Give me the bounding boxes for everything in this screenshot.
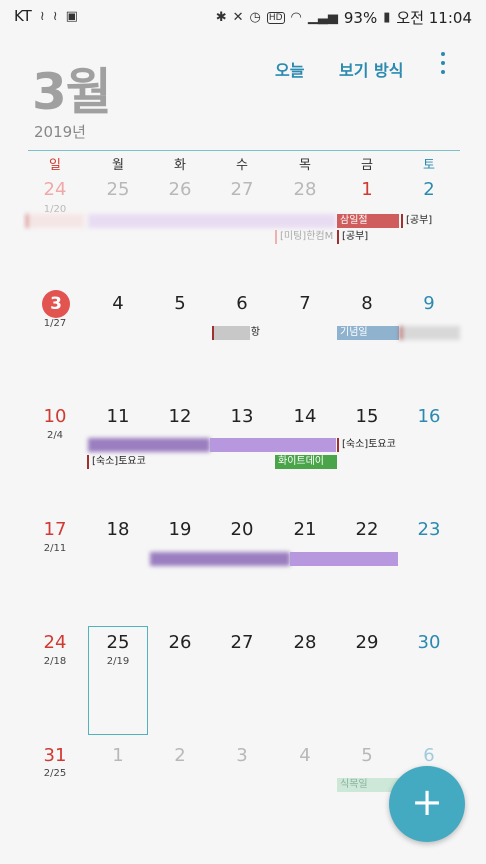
event-bar[interactable] — [150, 552, 290, 566]
event-bar[interactable] — [210, 438, 336, 452]
battery-percent: 93% — [343, 8, 378, 27]
day-cell[interactable]: 4 — [274, 745, 336, 766]
day-cell[interactable]: 28 — [274, 179, 336, 200]
day-cell[interactable]: 5 — [336, 745, 398, 766]
status-bar: KT ≀ ≀ ▣ ✱ ✕ ◷ HD ◠ ▁▃▅ 93% ▮ 오전 11:04 — [0, 0, 486, 32]
day-cell[interactable]: 9 — [398, 293, 460, 314]
year-label: 2019년 — [34, 123, 86, 141]
day-cell[interactable]: 11 — [87, 406, 149, 427]
mute-icon: ✕ — [232, 10, 244, 25]
weekday-sun: 일 — [49, 158, 61, 173]
month-title: 3월 — [32, 63, 112, 121]
day-cell[interactable]: 22 — [336, 519, 398, 540]
lunar-date: 2/4 — [46, 430, 64, 441]
day-cell[interactable]: 26 — [149, 632, 211, 653]
day-cell[interactable]: 1 — [336, 179, 398, 200]
day-cell[interactable]: 10 — [24, 406, 86, 427]
day-cell[interactable]: 4 — [87, 293, 149, 314]
day-cell[interactable]: 8 — [336, 293, 398, 314]
today-button[interactable]: 오늘 — [275, 57, 304, 81]
day-cell[interactable]: 27 — [211, 179, 273, 200]
lunar-date: 2/11 — [43, 543, 67, 554]
day-cell[interactable]: 15 — [336, 406, 398, 427]
day-cell[interactable]: 5 — [149, 293, 211, 314]
add-event-button[interactable]: + — [389, 766, 465, 842]
day-cell[interactable]: 30 — [398, 632, 460, 653]
day-cell[interactable]: 26 — [149, 179, 211, 200]
wifi-icon: ◠ — [290, 10, 302, 25]
event-chip[interactable]: [숙소]토요코 — [87, 455, 149, 469]
more-options-icon[interactable] — [437, 52, 449, 78]
weekday-wed: 수 — [236, 158, 248, 173]
event-bar[interactable] — [290, 552, 398, 566]
weekday-fri: 금 — [361, 158, 373, 173]
battery-icon: ▮ — [383, 10, 391, 25]
day-cell[interactable]: 20 — [211, 519, 273, 540]
event-bar[interactable] — [400, 326, 460, 340]
view-mode-button[interactable]: 보기 방식 — [339, 57, 403, 81]
day-cell[interactable]: 17 — [24, 519, 86, 540]
weekday-mon: 월 — [112, 158, 124, 173]
day-cell[interactable]: 29 — [336, 632, 398, 653]
event-chip[interactable]: 항 — [212, 326, 264, 340]
lunar-date: 2/18 — [43, 656, 67, 667]
event-bar[interactable] — [88, 214, 336, 228]
weekday-sat: 토 — [423, 158, 435, 173]
day-cell[interactable]: 31 — [24, 745, 86, 766]
signal-icon: ▁▃▅ — [307, 10, 338, 25]
day-cell[interactable]: 13 — [211, 406, 273, 427]
event-chip[interactable]: [미팅]한컴M — [275, 230, 337, 244]
weekday-thu: 목 — [299, 158, 311, 173]
alarm-icon: ◷ — [249, 10, 261, 25]
event-bar[interactable] — [88, 438, 210, 452]
lunar-date: 2/25 — [43, 768, 67, 779]
event-chip[interactable]: [공부] — [401, 214, 460, 228]
day-cell[interactable]: 6 — [398, 745, 460, 766]
day-cell[interactable]: 24 — [24, 179, 86, 200]
day-cell[interactable]: 23 — [398, 519, 460, 540]
day-cell[interactable]: 16 — [398, 406, 460, 427]
day-cell[interactable]: 24 — [24, 632, 86, 653]
day-cell[interactable]: 1 — [87, 745, 149, 766]
day-cell[interactable]: 18 — [87, 519, 149, 540]
day-cell[interactable]: 25 — [87, 179, 149, 200]
day-cell[interactable]: 14 — [274, 406, 336, 427]
event-chip[interactable]: 기념일 — [337, 326, 399, 340]
day-cell[interactable]: 28 — [274, 632, 336, 653]
event-chip[interactable]: 화이트데이 — [275, 455, 337, 469]
header-divider — [28, 150, 460, 151]
hd-icon: HD — [266, 11, 285, 24]
bluetooth-icon: ✱ — [215, 10, 227, 25]
day-cell[interactable]: 3 — [211, 745, 273, 766]
day-cell[interactable]: 12 — [149, 406, 211, 427]
lunar-date: 2/19 — [106, 656, 130, 667]
link-icon: ≀ — [39, 8, 45, 24]
carrier-label: KT — [14, 7, 32, 25]
day-cell[interactable]: 25 — [87, 632, 149, 653]
event-bar[interactable] — [26, 214, 84, 228]
event-chip[interactable]: [숙소]토요코 — [337, 438, 399, 452]
event-chip[interactable]: 식목일 — [337, 778, 399, 792]
day-cell[interactable]: 21 — [274, 519, 336, 540]
day-cell[interactable]: 19 — [149, 519, 211, 540]
weekday-tue: 화 — [174, 158, 186, 173]
event-chip[interactable]: 삼일절 — [337, 214, 399, 228]
clock: 오전 11:04 — [396, 9, 472, 27]
lunar-date: 1/27 — [43, 318, 67, 329]
day-cell[interactable]: 27 — [211, 632, 273, 653]
link-icon: ≀ — [52, 8, 58, 24]
event-chip[interactable]: [공부] — [337, 230, 399, 244]
day-cell[interactable]: 2 — [149, 745, 211, 766]
day-cell[interactable]: 7 — [274, 293, 336, 314]
image-icon: ▣ — [65, 8, 78, 24]
today-marker[interactable]: 3 — [42, 290, 70, 318]
day-cell[interactable]: 2 — [398, 179, 460, 200]
day-cell[interactable]: 6 — [211, 293, 273, 314]
